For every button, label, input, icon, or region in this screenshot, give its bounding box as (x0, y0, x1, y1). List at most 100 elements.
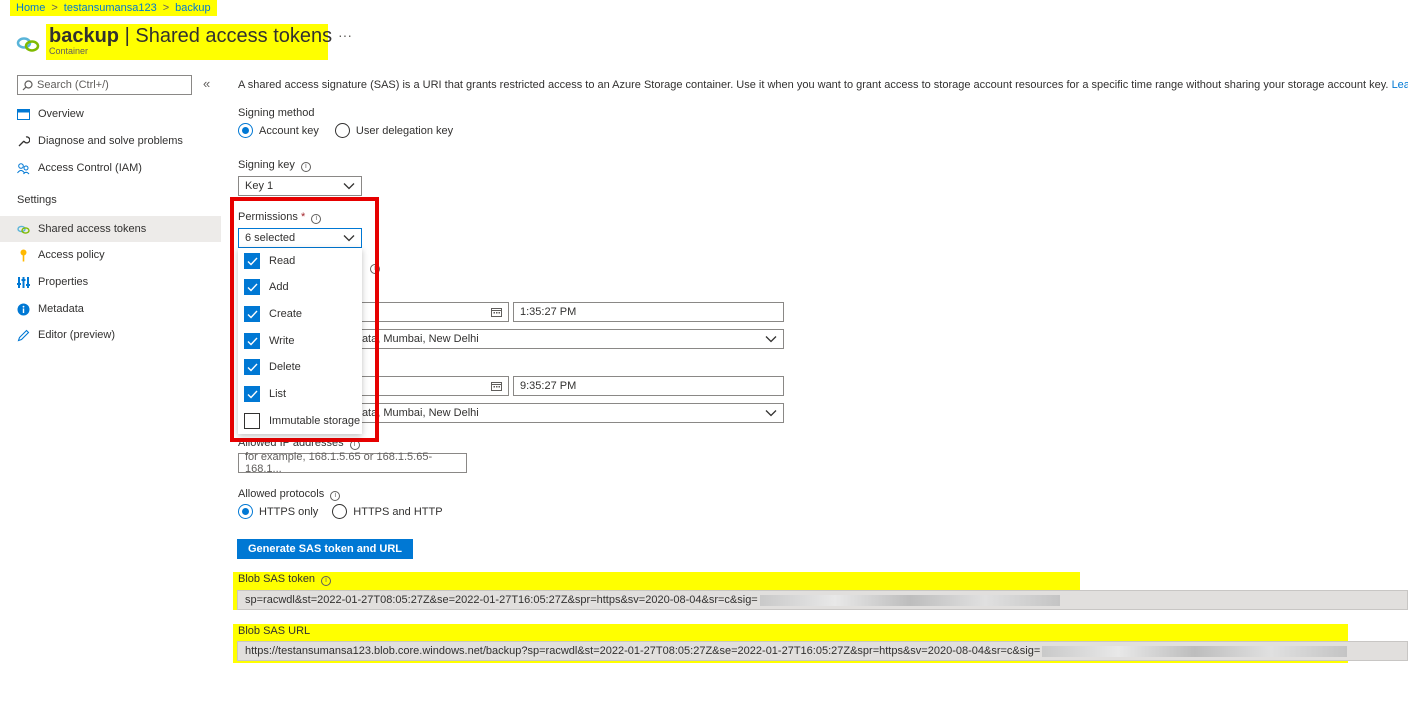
blob-sas-token-field[interactable]: sp=racwdl&st=2022-01-27T08:05:27Z&se=202… (237, 590, 1408, 610)
search-icon (22, 79, 33, 90)
section-title: Shared access tokens (135, 25, 333, 47)
signing-key-label-text: Signing key (238, 159, 295, 171)
sidebar-item-overview[interactable]: Overview (0, 101, 221, 127)
check-icon (247, 390, 258, 399)
user-delegation-key-radio[interactable] (334, 123, 350, 138)
signing-key-value: Key 1 (245, 180, 274, 192)
permission-label: Delete (269, 361, 301, 373)
sidebar-item-properties[interactable]: Properties (0, 269, 221, 295)
expiry-time-input[interactable]: 9:35:27 PM (513, 376, 784, 396)
permission-option-immutable-storage[interactable]: Immutable storage (244, 411, 360, 431)
check-icon (247, 257, 258, 266)
info-icon (17, 303, 30, 315)
checkbox-create[interactable] (244, 306, 260, 322)
https-and-http-label: HTTPS and HTTP (353, 505, 443, 518)
allowed-ip-input[interactable]: for example, 168.1.5.65 or 168.1.5.65-16… (238, 451, 467, 475)
expiry-time-value: 9:35:27 PM (520, 380, 577, 392)
start-timezone-dropdown[interactable]: lkata, Mumbai, New Delhi (352, 329, 784, 349)
sidebar-search-input[interactable]: Search (Ctrl+/) (17, 75, 192, 95)
sidebar-item-metadata[interactable]: Metadata (0, 296, 221, 322)
title-divider: | (124, 25, 130, 47)
checkbox-delete[interactable] (244, 359, 260, 375)
sidebar-item-label: Shared access tokens (38, 223, 147, 235)
blob-sas-token-label-text: Blob SAS token (238, 573, 316, 585)
permission-label: Read (269, 255, 296, 267)
breadcrumb-home[interactable]: Home (16, 2, 45, 14)
account-key-radio[interactable] (238, 123, 253, 138)
sidebar-item-editor[interactable]: Editor (preview) (0, 322, 221, 348)
https-only-label: HTTPS only (259, 505, 319, 518)
checkbox-read[interactable] (244, 253, 260, 269)
generate-sas-button[interactable]: Generate SAS token and URL (237, 539, 413, 559)
permission-option-create[interactable]: Create (244, 304, 302, 324)
blob-sas-url-field[interactable]: https://testansumansa123.blob.core.windo… (237, 641, 1408, 661)
blob-sas-url-label: Blob SAS URL (238, 625, 311, 637)
check-icon (247, 363, 258, 372)
permission-option-write[interactable]: Write (244, 331, 294, 351)
more-actions-button[interactable]: ··· (338, 27, 352, 43)
key-icon (20, 249, 27, 261)
permission-option-read[interactable]: Read (244, 251, 295, 271)
permission-label: Write (269, 335, 295, 347)
expiry-timezone-dropdown[interactable]: lkata, Mumbai, New Delhi (352, 403, 784, 423)
user-delegation-key-label: User delegation key (355, 124, 454, 137)
https-only-radio[interactable] (238, 504, 253, 519)
checkbox-list[interactable] (244, 386, 260, 402)
permission-label: Add (269, 281, 289, 293)
sidebar-item-shared-access-tokens[interactable]: Shared access tokens (0, 216, 221, 242)
check-icon (247, 337, 258, 346)
overview-icon (17, 108, 30, 120)
account-key-label: Account key (259, 124, 319, 137)
link-icon (17, 225, 30, 234)
checkbox-immutable-storage[interactable] (244, 413, 260, 429)
container-name: backup (49, 25, 120, 47)
signing-key-dropdown[interactable]: Key 1 (238, 176, 362, 196)
permission-option-delete[interactable]: Delete (244, 357, 301, 377)
permission-label: List (269, 388, 287, 400)
permissions-value: 6 selected (245, 232, 296, 244)
redacted-signature (1042, 645, 1348, 657)
sidebar-item-access-policy[interactable]: Access policy (0, 242, 221, 268)
check-icon (247, 310, 258, 319)
breadcrumb-container[interactable]: backup (175, 2, 210, 14)
collapse-sidebar-button[interactable]: « (203, 76, 210, 91)
chevron-down-icon (765, 336, 777, 343)
info-icon: i (330, 491, 341, 501)
permissions-label: Permissions * i (238, 211, 322, 224)
info-icon: i (311, 214, 322, 224)
allowed-protocols-group: HTTPS only HTTPS and HTTP (238, 504, 443, 519)
permission-label: Create (269, 308, 303, 320)
properties-icon (17, 276, 30, 288)
blob-sas-url-value: https://testansumansa123.blob.core.windo… (245, 645, 1041, 657)
breadcrumb-separator: > (51, 2, 58, 14)
sidebar-item-label: Access policy (38, 249, 105, 261)
settings-section-header: Settings (17, 194, 57, 206)
allowed-ip-placeholder: for example, 168.1.5.65 or 168.1.5.65-16… (245, 451, 433, 475)
allowed-protocols-label-text: Allowed protocols (238, 488, 325, 500)
chevron-down-icon (343, 235, 355, 242)
learn-more-link[interactable]: Learn more (1392, 79, 1408, 91)
permissions-label-text: Permissions (238, 211, 298, 223)
checkbox-write[interactable] (244, 333, 260, 349)
permission-option-list[interactable]: List (244, 384, 286, 404)
chevron-down-icon (343, 183, 355, 190)
checkbox-add[interactable] (244, 279, 260, 295)
chevron-down-icon (765, 410, 777, 417)
link-icon (16, 37, 40, 52)
sidebar-item-label: Overview (38, 108, 84, 120)
permission-label: Immutable storage (269, 415, 361, 427)
blob-sas-token-value: sp=racwdl&st=2022-01-27T08:05:27Z&se=202… (245, 594, 758, 606)
breadcrumb-account[interactable]: testansumansa123 (64, 2, 157, 14)
sidebar-item-label: Metadata (38, 303, 84, 315)
sidebar-item-access-control[interactable]: Access Control (IAM) (0, 155, 221, 181)
calendar-icon (491, 382, 502, 391)
permissions-dropdown[interactable]: 6 selected (238, 228, 362, 248)
sas-description: A shared access signature (SAS) is a URI… (238, 79, 1408, 91)
sidebar-item-diagnose[interactable]: Diagnose and solve problems (0, 128, 221, 154)
calendar-icon (491, 308, 502, 317)
permissions-dropdown-list: Read Add Create Write Delete List Immuta… (238, 248, 362, 434)
https-and-http-radio[interactable] (332, 504, 348, 519)
start-time-value: 1:35:27 PM (520, 306, 577, 318)
start-time-input[interactable]: 1:35:27 PM (513, 302, 784, 322)
permission-option-add[interactable]: Add (244, 277, 289, 297)
